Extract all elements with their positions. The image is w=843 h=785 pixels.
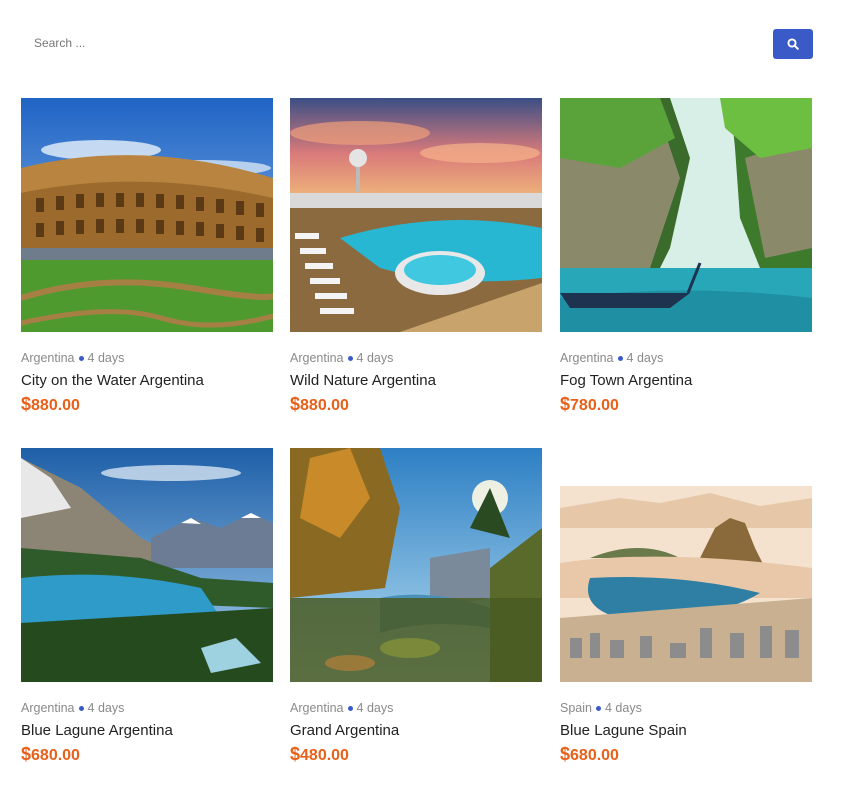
tour-duration: 4 days [356, 351, 394, 365]
tour-meta: Argentina 4 days [290, 700, 542, 716]
tour-duration: 4 days [356, 701, 394, 715]
separator-dot [347, 705, 353, 711]
tour-meta: Argentina 4 days [560, 350, 812, 366]
tour-duration: 4 days [87, 351, 125, 365]
tour-image[interactable] [290, 98, 542, 332]
tour-title[interactable]: Fog Town Argentina [560, 371, 812, 391]
tour-country[interactable]: Argentina [290, 701, 344, 715]
tour-country[interactable]: Argentina [21, 351, 75, 365]
tour-card[interactable]: Argentina 4 days Wild Nature Argentina $… [290, 98, 542, 415]
tour-image[interactable] [560, 448, 812, 682]
tour-title[interactable]: Wild Nature Argentina [290, 371, 542, 391]
search-bar [20, 28, 813, 60]
search-icon [787, 38, 799, 50]
tour-meta: Argentina 4 days [21, 350, 273, 366]
tour-image[interactable] [21, 98, 273, 332]
tour-title[interactable]: Grand Argentina [290, 721, 542, 741]
search-input[interactable] [20, 28, 760, 58]
tour-meta: Spain 4 days [560, 700, 812, 716]
separator-dot [347, 355, 353, 361]
tour-card[interactable]: Argentina 4 days Fog Town Argentina $780… [560, 98, 812, 415]
tour-image[interactable] [290, 448, 542, 682]
tour-image[interactable] [560, 98, 812, 332]
search-button[interactable] [773, 29, 813, 59]
tour-card[interactable]: Argentina 4 days Blue Lagune Argentina $… [21, 448, 273, 765]
separator-dot [78, 355, 84, 361]
separator-dot [617, 355, 623, 361]
tour-title[interactable]: Blue Lagune Argentina [21, 721, 273, 741]
tour-price: $480.00 [290, 744, 349, 764]
tour-card[interactable]: Argentina 4 days Grand Argentina $480.00 [290, 448, 542, 765]
tour-image[interactable] [21, 448, 273, 682]
tour-title[interactable]: City on the Water Argentina [21, 371, 273, 391]
tour-duration: 4 days [87, 701, 125, 715]
tour-duration: 4 days [604, 701, 642, 715]
tour-country[interactable]: Argentina [21, 701, 75, 715]
separator-dot [595, 705, 601, 711]
tour-country[interactable]: Argentina [290, 351, 344, 365]
tour-meta: Argentina 4 days [21, 700, 273, 716]
separator-dot [78, 705, 84, 711]
tour-card[interactable]: Argentina 4 days City on the Water Argen… [21, 98, 273, 415]
tour-meta: Argentina 4 days [290, 350, 542, 366]
tour-price: $880.00 [21, 394, 80, 414]
tour-card[interactable]: Spain 4 days Blue Lagune Spain $680.00 [560, 448, 812, 765]
tour-duration: 4 days [626, 351, 664, 365]
tour-price: $680.00 [21, 744, 80, 764]
tour-country[interactable]: Argentina [560, 351, 614, 365]
tour-title[interactable]: Blue Lagune Spain [560, 721, 812, 741]
tour-price: $780.00 [560, 394, 619, 414]
tour-price: $880.00 [290, 394, 349, 414]
tour-country[interactable]: Spain [560, 701, 592, 715]
tour-price: $680.00 [560, 744, 619, 764]
